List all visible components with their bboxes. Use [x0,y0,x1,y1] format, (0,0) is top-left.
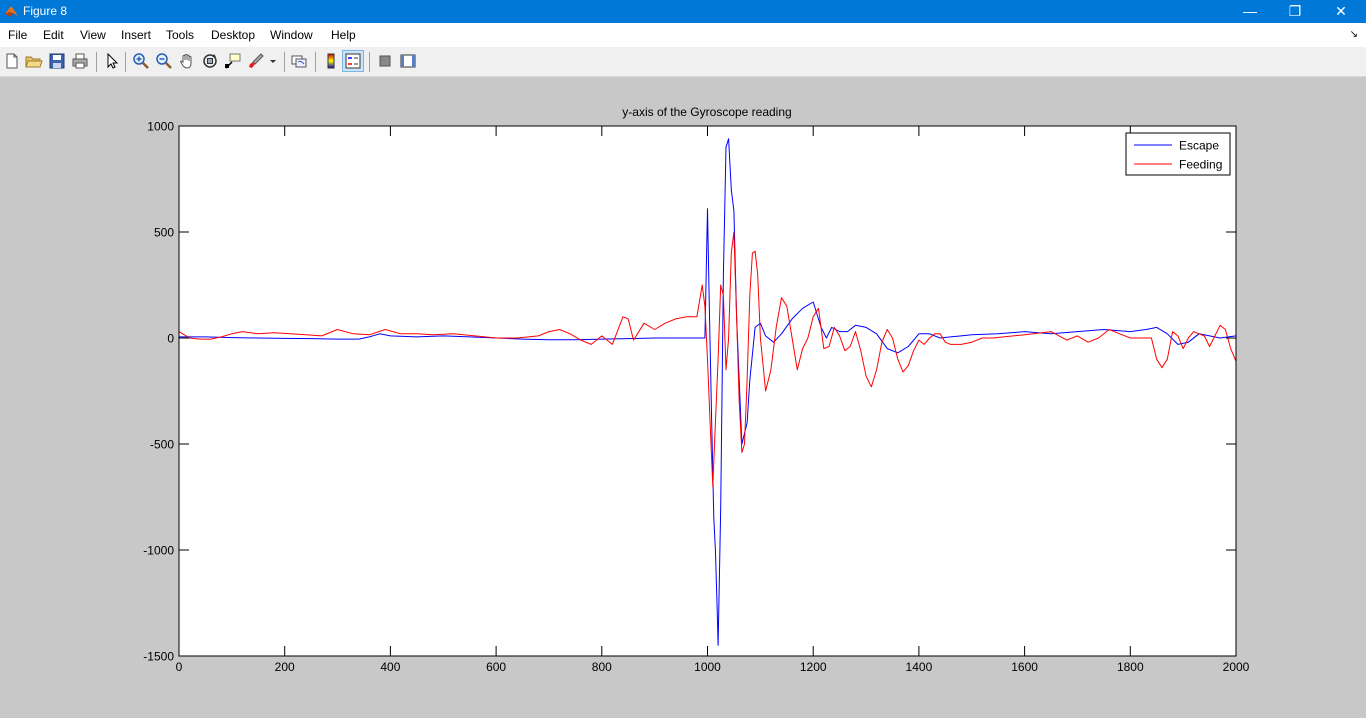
x-tick-label: 1200 [800,660,827,674]
y-tick-label: -500 [150,438,174,452]
x-tick-label: 1800 [1117,660,1144,674]
y-tick-label: 0 [167,332,174,346]
x-tick-label: 1400 [906,660,933,674]
x-tick-label: 800 [592,660,612,674]
chart-title: y-axis of the Gyroscope reading [622,105,791,119]
figure-canvas: y-axis of the Gyroscope reading 0 200 400 6… [143,105,1250,674]
x-tick-label: 600 [486,660,506,674]
x-tick-label: 1000 [694,660,721,674]
y-tick-label: -1000 [143,544,174,558]
x-tick-label: 400 [380,660,400,674]
legend-label-feeding: Feeding [1179,158,1222,172]
x-tick-label: 0 [176,660,183,674]
x-tick-label: 2000 [1223,660,1250,674]
y-tick-label: 500 [154,226,174,240]
axes-background [179,126,1236,656]
y-tick-label: 1000 [147,120,174,134]
legend-label-escape: Escape [1179,139,1219,153]
x-tick-label: 1600 [1011,660,1038,674]
legend[interactable]: Escape Feeding [1125,132,1231,176]
x-tick-label: 200 [275,660,295,674]
y-tick-label: -1500 [143,650,174,664]
